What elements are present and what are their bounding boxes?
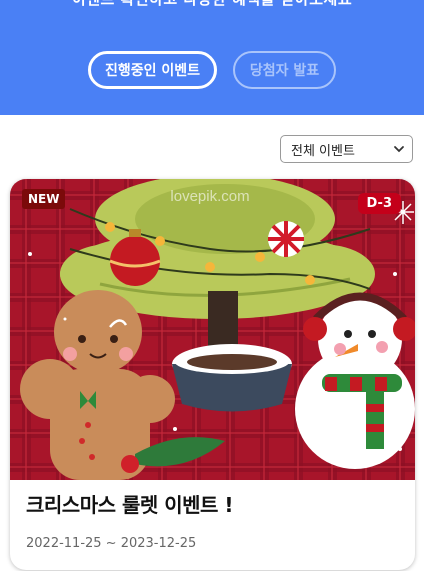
watermark-text: lovepik.com: [170, 188, 249, 205]
chevron-down-icon: [394, 146, 404, 153]
christmas-event-image: lovepik.com: [10, 179, 415, 480]
dday-badge: D-3: [357, 193, 401, 214]
tab-ongoing-events[interactable]: 진행중인 이벤트: [88, 51, 217, 89]
event-date-range: 2022-11-25 ~ 2023-12-25: [26, 536, 197, 551]
event-filter-value: 전체 이벤트: [291, 143, 355, 159]
event-filter-select[interactable]: 전체 이벤트: [280, 135, 413, 163]
tab-winner-announcement[interactable]: 당첨자 발표: [233, 51, 336, 89]
event-card[interactable]: lovepik.com NEW D-3 크리스마스 룰렛 이벤트 ! 2022-…: [10, 179, 415, 570]
event-title: 크리스마스 룰렛 이벤트 !: [26, 493, 234, 517]
hero-subtitle: 이벤트 확인하고 다양한 혜택을 받아보세요: [0, 0, 424, 9]
new-badge: NEW: [22, 189, 66, 209]
hero-banner: 이벤트 확인하고 다양한 혜택을 받아보세요 진행중인 이벤트 당첨자 발표: [0, 0, 424, 115]
